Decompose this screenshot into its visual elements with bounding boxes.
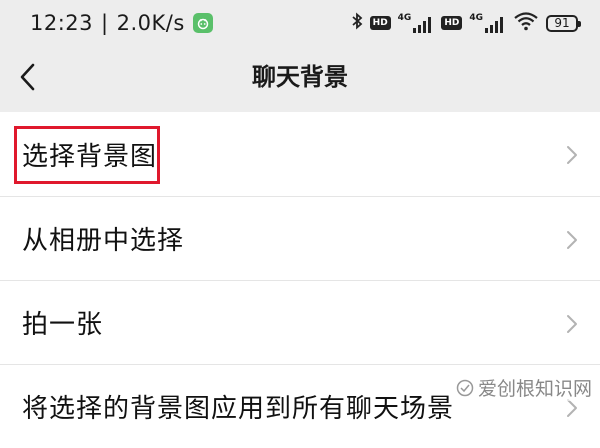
status-separator: |: [101, 11, 109, 35]
list-item-label: 将选择的背景图应用到所有聊天场景: [22, 394, 455, 424]
watermark-text: 爱创根知识网: [477, 378, 592, 400]
network-type-1: 4G: [397, 12, 412, 23]
hd-badge-2: HD: [441, 16, 463, 30]
chevron-right-icon: [567, 399, 577, 417]
nav-bar: 聊天背景: [0, 46, 600, 110]
status-bar: 12:23 | 2.0K/s HD 4G HD 4G 91: [0, 0, 600, 46]
bluetooth-icon: [351, 12, 363, 34]
signal-group-2: 4G: [469, 12, 506, 33]
list-item-label: 拍一张: [22, 310, 104, 340]
wifi-icon: [513, 11, 539, 35]
signal-bars-icon: [413, 16, 432, 33]
list-item-select-background[interactable]: 选择背景图: [0, 112, 600, 196]
status-left: 12:23 | 2.0K/s: [30, 11, 213, 35]
signal-group-1: 4G: [397, 12, 435, 33]
app-notification-icon: [192, 13, 213, 33]
list-item-label: 选择背景图: [22, 141, 158, 172]
list-item-label: 从相册中选择: [22, 226, 185, 256]
watermark: 爱创根知识网: [455, 374, 592, 401]
chevron-right-icon: [567, 231, 577, 249]
clock: 12:23: [30, 11, 94, 35]
chevron-right-icon: [567, 315, 577, 333]
chevron-right-icon: [567, 146, 577, 164]
network-speed: 2.0K/s: [116, 11, 185, 35]
battery-indicator: 91: [546, 14, 581, 32]
signal-bars-icon: [485, 16, 503, 33]
battery-level: 91: [554, 16, 570, 30]
status-right: HD 4G HD 4G 91: [351, 11, 581, 35]
network-type-2: 4G: [469, 12, 483, 23]
list-item-choose-from-album[interactable]: 从相册中选择: [0, 196, 600, 280]
page-title: 聊天背景: [252, 63, 348, 91]
list-item-take-photo[interactable]: 拍一张: [0, 280, 600, 364]
watermark-logo-icon: [456, 379, 474, 396]
hd-badge-1: HD: [369, 16, 391, 30]
